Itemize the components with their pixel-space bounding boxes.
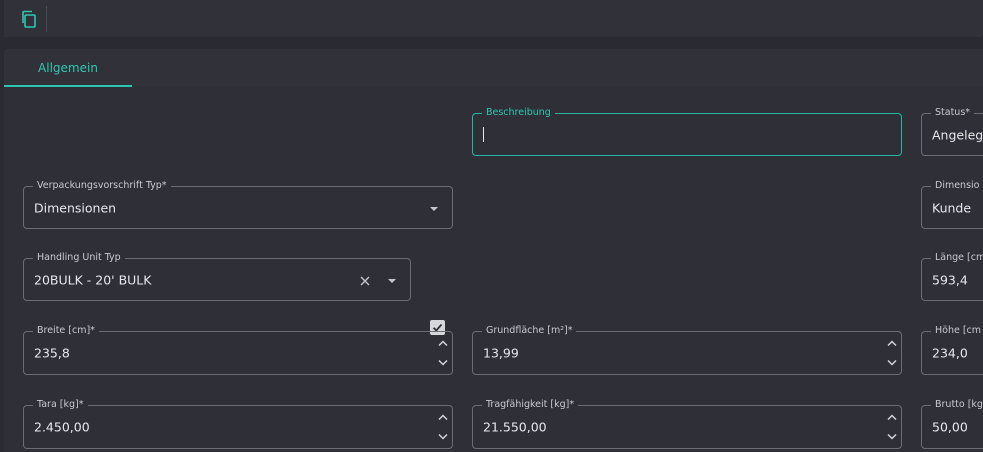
- dimension-label: Dimensio: [931, 180, 983, 192]
- decrement-icon[interactable]: [885, 356, 899, 370]
- tab-allgemein[interactable]: Allgemein: [4, 49, 132, 87]
- dimension-value: Kunde: [932, 200, 972, 215]
- tara-field[interactable]: Tara [kg]* 2.450,00: [23, 399, 453, 449]
- brutto-value: 50,00: [932, 419, 968, 435]
- copy-icon: [22, 10, 36, 28]
- grundflaeche-field[interactable]: Grundfläche [m²]* 13,99: [472, 325, 902, 375]
- hoehe-field[interactable]: Höhe [cm 234,0: [921, 325, 983, 375]
- handling-unit-typ-value: 20BULK - 20' BULK: [34, 272, 152, 287]
- breite-value: 235,8: [34, 345, 70, 361]
- beschreibung-label: Beschreibung: [482, 107, 555, 119]
- laenge-value: 593,4: [932, 272, 968, 287]
- increment-icon[interactable]: [885, 410, 899, 424]
- handling-unit-typ-select[interactable]: Handling Unit Typ 20BULK - 20' BULK: [23, 252, 411, 301]
- dimension-field[interactable]: Dimensio Kunde: [921, 180, 983, 229]
- form-panel: Allgemein Beschreibung Status* Angelegt …: [4, 49, 983, 452]
- decrement-icon[interactable]: [436, 356, 450, 370]
- copy-button[interactable]: [18, 8, 40, 30]
- grundflaeche-label: Grundfläche [m²]*: [482, 325, 577, 337]
- tragfaehigkeit-field[interactable]: Tragfähigkeit [kg]* 21.550,00: [472, 399, 902, 449]
- increment-icon[interactable]: [436, 410, 450, 424]
- breite-label: Breite [cm]*: [33, 325, 99, 337]
- status-value: Angelegt: [932, 127, 983, 142]
- verpackungsvorschrift-typ-select[interactable]: Verpackungsvorschrift Typ* Dimensionen: [23, 180, 453, 229]
- beschreibung-field[interactable]: Beschreibung: [472, 107, 902, 156]
- brutto-label: Brutto [kg: [931, 399, 983, 411]
- decrement-icon[interactable]: [885, 430, 899, 444]
- laenge-label: Länge [cm: [931, 252, 983, 264]
- brutto-field[interactable]: Brutto [kg 50,00: [921, 399, 983, 449]
- chevron-down-icon[interactable]: [430, 206, 438, 211]
- chevron-down-icon[interactable]: [388, 278, 396, 283]
- laenge-field[interactable]: Länge [cm 593,4: [921, 252, 983, 301]
- breite-field[interactable]: Breite [cm]* 235,8: [23, 325, 453, 375]
- tragfaehigkeit-value: 21.550,00: [483, 419, 547, 435]
- tragfaehigkeit-label: Tragfähigkeit [kg]*: [482, 399, 579, 411]
- status-field[interactable]: Status* Angelegt: [921, 107, 983, 156]
- tab-bar: Allgemein: [4, 49, 983, 87]
- text-cursor: [483, 127, 484, 142]
- tara-value: 2.450,00: [34, 419, 90, 435]
- hoehe-label: Höhe [cm: [931, 325, 983, 337]
- decrement-icon[interactable]: [436, 430, 450, 444]
- status-label: Status*: [931, 107, 975, 119]
- increment-icon[interactable]: [436, 336, 450, 350]
- handling-unit-typ-label: Handling Unit Typ: [33, 252, 125, 264]
- clear-icon[interactable]: [358, 273, 372, 287]
- increment-icon[interactable]: [885, 336, 899, 350]
- grundflaeche-value: 13,99: [483, 345, 519, 361]
- verpackungsvorschrift-typ-label: Verpackungsvorschrift Typ*: [33, 180, 171, 192]
- verpackungsvorschrift-typ-value: Dimensionen: [34, 200, 117, 215]
- hoehe-value: 234,0: [932, 345, 968, 361]
- toolbar-divider: [46, 6, 47, 32]
- toolbar: [4, 0, 983, 37]
- tara-label: Tara [kg]*: [33, 399, 88, 411]
